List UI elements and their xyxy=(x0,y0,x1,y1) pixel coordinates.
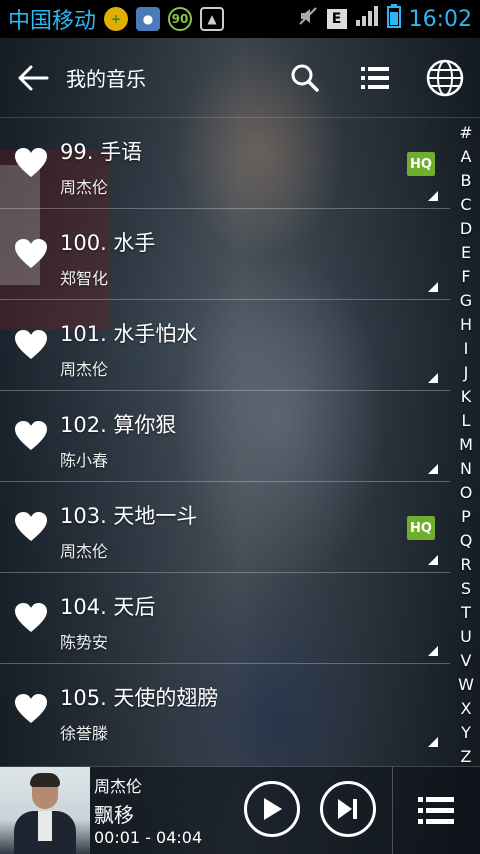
alphabet-index-letter[interactable]: Q xyxy=(460,529,473,553)
alphabet-index-letter[interactable]: N xyxy=(460,457,472,481)
song-title: 102. 算你狠 xyxy=(60,413,177,437)
song-artist: 周杰伦 xyxy=(60,360,109,379)
alphabet-index-letter[interactable]: M xyxy=(459,433,473,457)
album-cover[interactable] xyxy=(0,767,90,854)
alphabet-index-letter[interactable]: P xyxy=(461,505,471,529)
alphabet-index-letter[interactable]: O xyxy=(460,481,473,505)
network-type-icon: E xyxy=(326,9,347,29)
heart-icon[interactable] xyxy=(14,692,48,726)
alphabet-index-letter[interactable]: X xyxy=(461,697,472,721)
carrier-label: 中国移动 xyxy=(8,9,97,34)
song-row[interactable]: 101. 水手怕水 周杰伦 xyxy=(0,300,450,391)
row-menu-indicator[interactable] xyxy=(428,191,438,201)
status-bar: 中国移动 + ● 90 ▲ E 16:02 xyxy=(0,0,480,38)
alphabet-index-letter[interactable]: U xyxy=(460,625,472,649)
alphabet-index-letter[interactable]: K xyxy=(461,385,472,409)
play-icon xyxy=(264,798,282,820)
online-music-button[interactable] xyxy=(410,38,480,118)
alphabet-index-letter[interactable]: I xyxy=(464,337,469,361)
clock: 16:02 xyxy=(408,6,472,32)
alphabet-index-letter[interactable]: T xyxy=(461,601,471,625)
alphabet-index-letter[interactable]: G xyxy=(460,289,472,313)
row-menu-indicator[interactable] xyxy=(428,737,438,747)
alphabet-index-letter[interactable]: L xyxy=(462,409,471,433)
song-row[interactable]: 102. 算你狠 陈小春 xyxy=(0,391,450,482)
battery-saver-icon: 90 xyxy=(168,7,193,31)
heart-icon[interactable] xyxy=(14,510,48,544)
search-icon xyxy=(291,64,319,92)
alphabet-index-letter[interactable]: A xyxy=(461,145,472,169)
list-icon xyxy=(361,66,389,89)
hq-badge: HQ xyxy=(407,516,435,540)
divider xyxy=(392,767,393,854)
back-button[interactable] xyxy=(0,38,66,118)
song-artist: 陈势安 xyxy=(60,633,109,652)
back-arrow-icon xyxy=(18,65,49,90)
notification-bell-icon: ● xyxy=(136,7,161,31)
row-menu-indicator[interactable] xyxy=(428,646,438,656)
alphabet-index-letter[interactable]: J xyxy=(464,361,469,385)
song-list: 99. 手语 周杰伦 HQ 100. 水手 郑智化 101. 水手怕水 周杰伦 … xyxy=(0,118,450,755)
song-artist: 周杰伦 xyxy=(60,542,109,561)
alphabet-index-letter[interactable]: C xyxy=(460,193,471,217)
song-title: 99. 手语 xyxy=(60,140,143,164)
alphabet-index-letter[interactable]: S xyxy=(461,577,471,601)
song-title: 100. 水手 xyxy=(60,231,156,255)
alphabet-index-letter[interactable]: W xyxy=(458,673,474,697)
song-artist: 徐誉滕 xyxy=(60,724,109,743)
alphabet-index-letter[interactable]: # xyxy=(459,121,472,145)
gallery-icon: ▲ xyxy=(200,7,225,31)
heart-icon[interactable] xyxy=(14,237,48,271)
song-row[interactable]: 105. 天使的翅膀 徐誉滕 xyxy=(0,664,450,755)
song-artist: 郑智化 xyxy=(60,269,109,288)
song-title: 104. 天后 xyxy=(60,595,156,619)
battery-icon xyxy=(386,4,401,34)
alphabet-index-letter[interactable]: D xyxy=(460,217,472,241)
row-menu-indicator[interactable] xyxy=(428,464,438,474)
now-playing-time: 00:01 - 04:04 xyxy=(94,828,203,847)
add-icon: + xyxy=(104,7,129,31)
search-button[interactable] xyxy=(270,38,340,118)
menu-list-button[interactable] xyxy=(340,38,410,118)
page-title: 我的音乐 xyxy=(66,67,146,91)
mute-icon xyxy=(297,5,319,33)
app-bar: 我的音乐 xyxy=(0,38,480,118)
song-row[interactable]: 104. 天后 陈势安 xyxy=(0,573,450,664)
alphabet-index-letter[interactable]: E xyxy=(461,241,471,265)
globe-icon xyxy=(426,59,464,96)
next-track-icon xyxy=(338,799,357,819)
playlist-icon xyxy=(418,797,454,824)
song-artist: 周杰伦 xyxy=(60,178,109,197)
heart-icon[interactable] xyxy=(14,146,48,180)
heart-icon[interactable] xyxy=(14,601,48,635)
alphabet-index-letter[interactable]: R xyxy=(460,553,471,577)
song-title: 101. 水手怕水 xyxy=(60,322,198,346)
song-row[interactable]: 103. 天地一斗 周杰伦 HQ xyxy=(0,482,450,573)
row-menu-indicator[interactable] xyxy=(428,555,438,565)
play-button[interactable] xyxy=(244,781,300,837)
playlist-button[interactable] xyxy=(412,789,460,833)
alphabet-index-letter[interactable]: Y xyxy=(461,721,471,745)
now-playing-title: 飘移 xyxy=(94,803,134,827)
alphabet-index-letter[interactable]: B xyxy=(461,169,472,193)
alphabet-index[interactable]: # A B C D E F G H I J K L M N O P Q R S T U V W X Y Z xyxy=(452,121,480,769)
row-menu-indicator[interactable] xyxy=(428,282,438,292)
song-artist: 陈小春 xyxy=(60,451,109,470)
mini-player[interactable]: 周杰伦 飘移 00:01 - 04:04 xyxy=(0,766,480,854)
heart-icon[interactable] xyxy=(14,419,48,453)
signal-icon xyxy=(355,5,379,33)
row-menu-indicator[interactable] xyxy=(428,373,438,383)
next-button[interactable] xyxy=(320,781,376,837)
song-title: 103. 天地一斗 xyxy=(60,504,198,528)
song-title: 105. 天使的翅膀 xyxy=(60,686,219,710)
hq-badge: HQ xyxy=(407,152,435,176)
heart-icon[interactable] xyxy=(14,328,48,362)
alphabet-index-letter[interactable]: H xyxy=(460,313,472,337)
song-row[interactable]: 99. 手语 周杰伦 HQ xyxy=(0,118,450,209)
alphabet-index-letter[interactable]: V xyxy=(461,649,472,673)
alphabet-index-letter[interactable]: F xyxy=(461,265,470,289)
song-row[interactable]: 100. 水手 郑智化 xyxy=(0,209,450,300)
now-playing-artist: 周杰伦 xyxy=(94,777,143,796)
